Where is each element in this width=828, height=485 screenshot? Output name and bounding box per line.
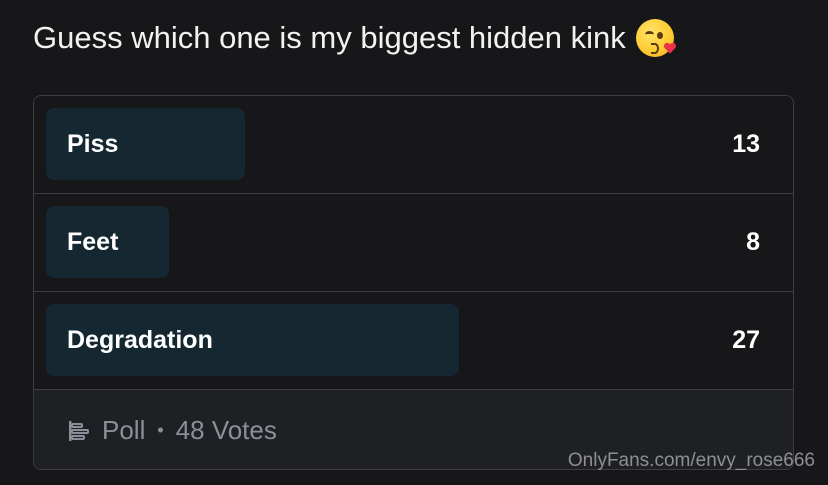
poll-icon xyxy=(69,420,89,441)
poll-option-feet[interactable]: Feet 8 xyxy=(34,194,793,292)
poll-option-piss[interactable]: Piss 13 xyxy=(34,96,793,194)
poll-votes-total: 48 Votes xyxy=(175,415,277,445)
poll-card: Piss 13 Feet 8 Degradation 27 Poll • 48 … xyxy=(33,95,794,470)
poll-option-votes: 27 xyxy=(732,326,760,354)
poll-option-votes: 8 xyxy=(746,228,760,256)
face-blowing-kiss-icon xyxy=(635,19,676,57)
poll-option-votes: 13 xyxy=(732,130,760,158)
post-text: Guess which one is my biggest hidden kin… xyxy=(33,20,626,55)
poll-type-label: Poll xyxy=(102,415,146,445)
poll-option-label: Feet xyxy=(67,228,119,256)
poll-option-label: Degradation xyxy=(67,326,213,354)
poll-option-degradation[interactable]: Degradation 27 xyxy=(34,292,793,390)
separator-dot: • xyxy=(157,420,164,440)
watermark: OnlyFans.com/envy_rose666 xyxy=(567,450,815,471)
post-text-line: Guess which one is my biggest hidden kin… xyxy=(33,16,676,60)
poll-option-label: Piss xyxy=(67,130,119,158)
poll-footer-text: Poll • 48 Votes xyxy=(102,415,277,446)
